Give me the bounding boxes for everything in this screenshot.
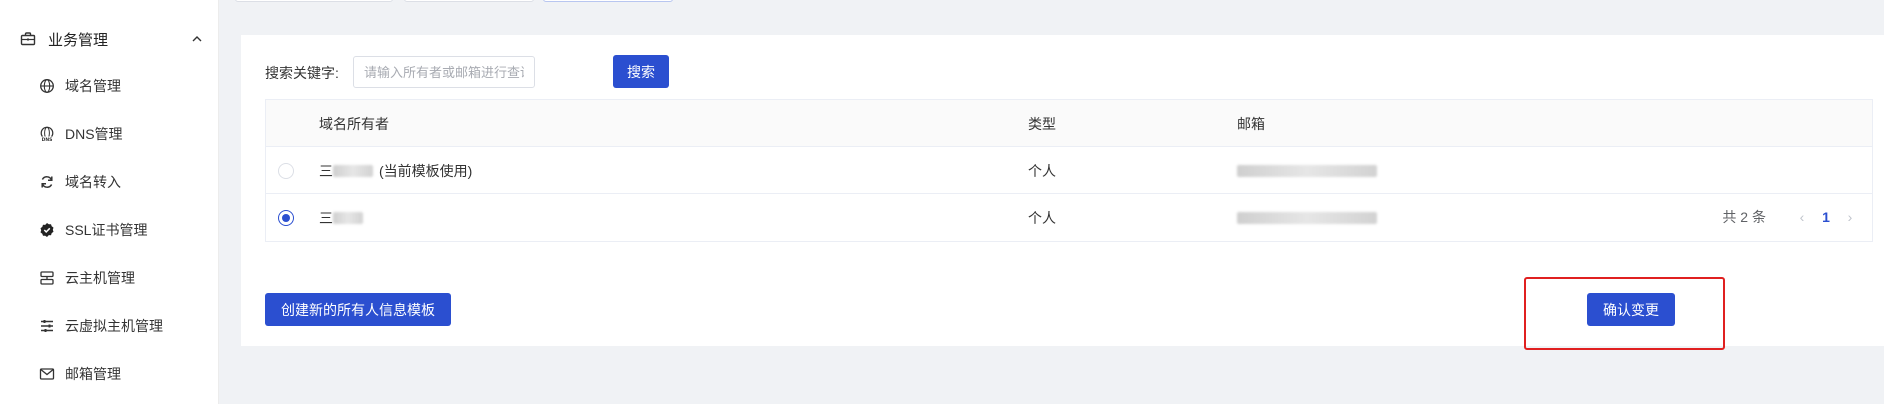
dns-globe-icon: DNS bbox=[38, 125, 56, 143]
table-row[interactable]: 三 (当前模板使用) 个人 bbox=[266, 147, 1872, 194]
header-email: 邮箱 bbox=[1237, 115, 1265, 132]
table-header: 域名所有者 类型 邮箱 bbox=[266, 100, 1872, 147]
sidebar-item-label: DNS管理 bbox=[65, 126, 123, 142]
sidebar-item-label: 邮箱管理 bbox=[65, 366, 121, 382]
sidebar-item-label: 域名管理 bbox=[65, 78, 121, 94]
prev-page-icon[interactable]: ‹ bbox=[1792, 209, 1812, 225]
sliders-icon bbox=[38, 317, 56, 335]
sidebar-item-domain[interactable]: 域名管理 bbox=[38, 74, 208, 98]
sidebar-group-business[interactable]: 业务管理 bbox=[20, 27, 204, 51]
owner-name: 三 bbox=[319, 209, 333, 226]
redacted-email bbox=[1237, 164, 1377, 177]
redacted-email bbox=[1237, 211, 1377, 224]
redacted-owner bbox=[333, 164, 373, 177]
next-page-icon[interactable]: › bbox=[1840, 209, 1860, 225]
header-type: 类型 bbox=[1028, 115, 1056, 132]
row-radio[interactable] bbox=[278, 162, 294, 179]
search-label: 搜索关键字: bbox=[265, 65, 339, 81]
top-tab-active[interactable] bbox=[543, 0, 673, 2]
sidebar-item-dns[interactable]: DNS DNS管理 bbox=[38, 122, 208, 146]
sidebar-group-label: 业务管理 bbox=[48, 31, 109, 49]
server-icon bbox=[38, 269, 56, 287]
svg-text:DNS: DNS bbox=[42, 137, 53, 142]
sidebar-item-label: SSL证书管理 bbox=[65, 222, 148, 238]
sidebar-item-label: 云虚拟主机管理 bbox=[65, 318, 163, 334]
owner-table: 域名所有者 类型 邮箱 三 (当前模板使用) 个人 三 个人 bbox=[265, 99, 1873, 242]
search-input[interactable] bbox=[353, 56, 535, 88]
owner-note: (当前模板使用) bbox=[379, 162, 473, 179]
sidebar-item-transfer[interactable]: 域名转入 bbox=[38, 170, 208, 194]
search-button[interactable]: 搜索 bbox=[613, 55, 669, 88]
sidebar-item-ssl[interactable]: SSL证书管理 bbox=[38, 218, 208, 242]
pagination-total: 共 2 条 bbox=[1722, 209, 1766, 225]
pagination: 共 2 条 ‹ 1 › bbox=[1722, 207, 1860, 227]
page-number[interactable]: 1 bbox=[1812, 209, 1840, 225]
sidebar-item-label: 云主机管理 bbox=[65, 270, 135, 286]
owner-cell: 三 (当前模板使用) bbox=[319, 147, 472, 194]
sidebar-item-cloud-host[interactable]: 云主机管理 bbox=[38, 266, 208, 290]
sidebar-item-virtual-host[interactable]: 云虚拟主机管理 bbox=[38, 314, 208, 338]
type-cell: 个人 bbox=[1028, 162, 1056, 179]
row-radio-selected[interactable] bbox=[278, 209, 294, 226]
briefcase-icon bbox=[20, 31, 36, 47]
header-owner: 域名所有者 bbox=[319, 115, 389, 132]
sidebar-item-mail[interactable]: 邮箱管理 bbox=[38, 362, 208, 386]
refresh-icon bbox=[38, 173, 56, 191]
confirm-change-button[interactable]: 确认变更 bbox=[1587, 293, 1675, 326]
email-cell bbox=[1237, 147, 1377, 194]
main-card: 搜索关键字: 搜索 域名所有者 类型 邮箱 三 (当前模板使用) 个人 三 bbox=[241, 35, 1884, 346]
redacted-owner bbox=[333, 211, 363, 224]
sidebar: 业务管理 域名管理 DNS DNS管理 域名转入 SSL证书管理 云主机管理 云… bbox=[0, 0, 219, 404]
chevron-up-icon bbox=[190, 32, 204, 46]
owner-name: 三 bbox=[319, 162, 333, 179]
globe-icon bbox=[38, 77, 56, 95]
shield-check-icon bbox=[38, 221, 56, 239]
sidebar-item-label: 域名转入 bbox=[65, 174, 121, 190]
mail-icon bbox=[38, 365, 56, 383]
owner-cell: 三 bbox=[319, 194, 363, 241]
email-cell bbox=[1237, 194, 1377, 241]
top-tab[interactable] bbox=[404, 0, 534, 2]
table-row[interactable]: 三 个人 bbox=[266, 194, 1872, 241]
type-cell: 个人 bbox=[1028, 209, 1056, 226]
top-tab[interactable] bbox=[235, 0, 393, 2]
create-template-button[interactable]: 创建新的所有人信息模板 bbox=[265, 293, 451, 326]
